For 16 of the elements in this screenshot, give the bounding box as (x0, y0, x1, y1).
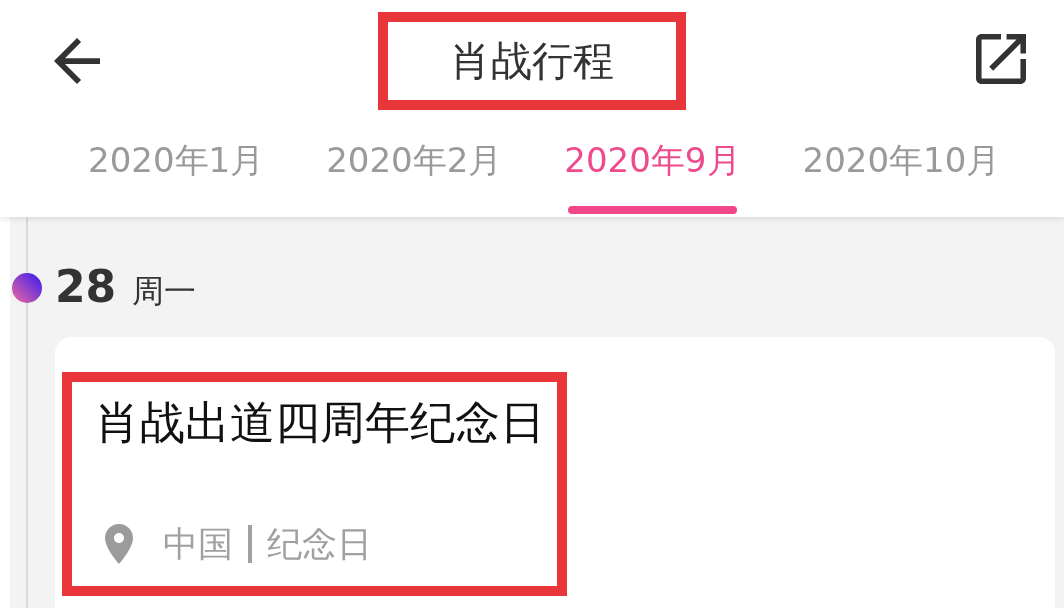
month-tab[interactable]: 2020年10月 (802, 122, 1001, 217)
event-category: 纪念日 (267, 523, 372, 566)
external-link-icon (976, 34, 1026, 84)
back-icon (54, 38, 100, 84)
month-tab[interactable]: 2020年2月 (326, 122, 503, 217)
month-tab[interactable]: 2020年9月 (564, 122, 741, 217)
event-title: 肖战出道四周年纪念日 (95, 396, 546, 450)
back-button[interactable] (54, 38, 100, 84)
event-location: 中国 (163, 523, 233, 566)
share-button[interactable] (976, 34, 1026, 84)
weekday-label: 周一 (132, 271, 197, 311)
page-title: 肖战行程 (450, 36, 614, 86)
event-card[interactable]: 肖战出道四周年纪念日 中国 纪念日 (55, 337, 1055, 608)
day-number: 28 (55, 261, 117, 313)
location-pin-icon (105, 524, 133, 564)
month-tab[interactable]: 2020年1月 (88, 122, 265, 217)
